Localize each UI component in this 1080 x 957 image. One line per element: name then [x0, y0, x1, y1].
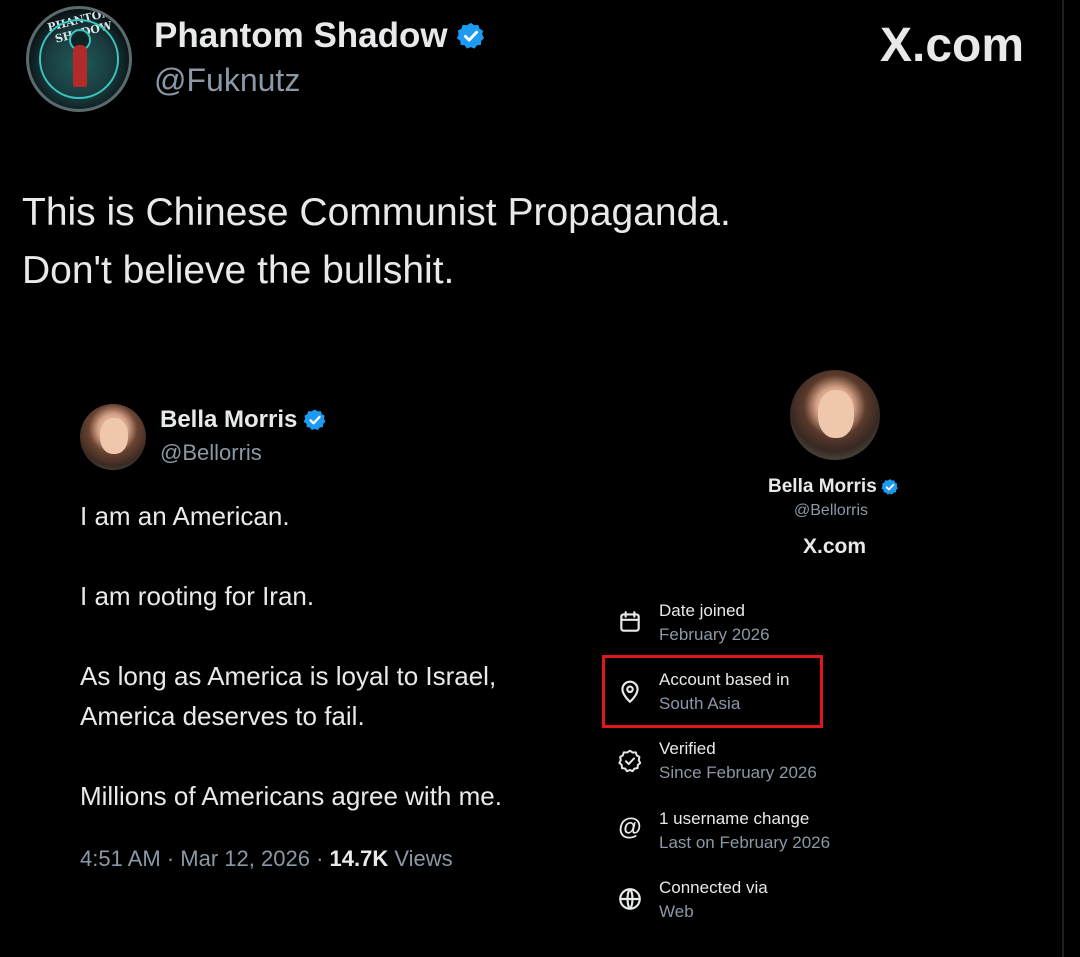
screenshot-edge	[1062, 0, 1064, 957]
info-label: Account based in	[659, 670, 790, 689]
post-text: This is Chinese Communist Propaganda. Do…	[22, 184, 1022, 300]
location-icon	[621, 680, 639, 704]
quoted-author-handle[interactable]: @Bellorris	[160, 440, 262, 466]
profile-avatar[interactable]	[790, 370, 880, 460]
post-date[interactable]: Mar 12, 2026	[180, 846, 310, 871]
at-icon: @	[618, 814, 642, 841]
quoted-author-avatar[interactable]	[80, 404, 146, 470]
info-value: South Asia	[659, 694, 741, 713]
verified-badge-icon	[303, 409, 326, 431]
quoted-text-line: I am an American.	[80, 501, 290, 531]
meta-separator: ·	[166, 846, 181, 871]
verified-badge-icon	[456, 22, 484, 49]
calendar-icon	[620, 611, 640, 632]
info-value: Last on February 2026	[659, 833, 831, 852]
meta-separator: ·	[316, 846, 330, 871]
author-name[interactable]: Phantom Shadow	[154, 16, 486, 56]
profile-name-text: Bella Morris	[768, 476, 877, 497]
post-text-line: Don't believe the bullshit.	[22, 249, 455, 292]
profile-handle[interactable]: @Bellorris	[794, 502, 868, 520]
x-brand-wordmark: X.com	[880, 19, 1025, 72]
quoted-author-name[interactable]: Bella Morris	[160, 406, 327, 434]
avatar-figure-body	[73, 45, 87, 87]
verified-badge-icon	[618, 749, 642, 773]
info-label: Date joined	[659, 601, 746, 620]
post-text-line: This is Chinese Communist Propaganda.	[22, 191, 731, 234]
globe-icon	[619, 888, 641, 910]
author-handle[interactable]: @Fuknutz	[154, 62, 300, 99]
quoted-text-line: As long as America is loyal to Israel,	[80, 661, 497, 691]
info-value: Web	[659, 902, 694, 921]
info-label: Verified	[659, 739, 716, 758]
post-time[interactable]: 4:51 AM	[80, 846, 161, 871]
profile-name[interactable]: Bella Morris	[768, 476, 899, 498]
views-label: Views	[394, 846, 453, 871]
avatar-face	[818, 390, 854, 438]
author-name-text: Phantom Shadow	[154, 16, 448, 55]
info-value: February 2026	[659, 625, 770, 644]
info-label: 1 username change	[659, 809, 810, 828]
avatar-face	[100, 418, 128, 454]
info-label: Connected via	[659, 878, 768, 897]
quoted-text-line: I am rooting for Iran.	[80, 581, 315, 611]
verified-badge-icon	[881, 479, 898, 495]
info-value: Since February 2026	[659, 763, 817, 782]
quoted-text-line: America deserves to fail.	[80, 701, 365, 731]
views-count: 14.7K	[329, 846, 389, 871]
x-brand-wordmark: X.com	[803, 535, 867, 558]
author-avatar[interactable]: PHANTOM SHADOW	[26, 6, 132, 112]
quoted-text-line: Millions of Americans agree with me.	[80, 781, 502, 811]
quoted-author-name-text: Bella Morris	[160, 406, 298, 433]
post-meta: 4:51 AM · Mar 12, 2026 · 14.7K Views	[80, 846, 453, 872]
